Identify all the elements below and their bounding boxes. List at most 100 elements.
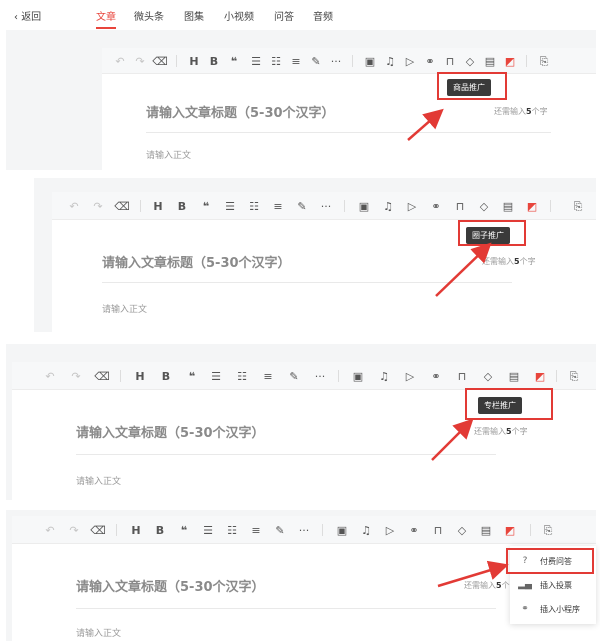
- more-button[interactable]: ···: [298, 524, 310, 536]
- link-icon[interactable]: ⚭: [424, 55, 436, 67]
- body-input[interactable]: 请输入正文: [146, 148, 191, 161]
- music-icon[interactable]: ♫: [382, 200, 394, 212]
- circle-promo-icon[interactable]: ◇: [478, 200, 490, 212]
- eraser-icon[interactable]: ⌫: [90, 524, 106, 536]
- video-icon[interactable]: ▷: [404, 370, 416, 382]
- paid-qa-icon[interactable]: ◩: [504, 524, 516, 536]
- product-promo-icon[interactable]: ⊓: [444, 55, 456, 67]
- video-icon[interactable]: ▷: [406, 200, 418, 212]
- circle-promo-icon[interactable]: ◇: [482, 370, 494, 382]
- music-icon[interactable]: ♫: [360, 524, 372, 536]
- music-icon[interactable]: ♫: [384, 55, 396, 67]
- undo-icon[interactable]: ↶: [68, 200, 80, 212]
- highlight-pen-icon[interactable]: ✎: [296, 200, 308, 212]
- document-icon[interactable]: ⎘: [572, 200, 584, 212]
- paid-qa-icon[interactable]: ◩: [504, 55, 516, 67]
- link-icon[interactable]: ⚭: [430, 370, 442, 382]
- circle-promo-icon[interactable]: ◇: [456, 524, 468, 536]
- tab-gallery[interactable]: 图集: [184, 8, 204, 23]
- column-promo-icon[interactable]: ▤: [484, 55, 496, 67]
- heading-button[interactable]: H: [130, 524, 142, 536]
- ordered-list-icon[interactable]: ☷: [248, 200, 260, 212]
- redo-icon[interactable]: ↷: [92, 200, 104, 212]
- eraser-icon[interactable]: ⌫: [152, 55, 168, 67]
- title-input[interactable]: 请输入文章标题（5-30个汉字）: [102, 252, 291, 271]
- redo-icon[interactable]: ↷: [70, 370, 82, 382]
- align-icon[interactable]: ≡: [290, 55, 302, 67]
- menu-item-insert-vote[interactable]: ▂▄ 插入投票: [510, 574, 596, 596]
- more-button[interactable]: ···: [320, 200, 332, 212]
- link-icon[interactable]: ⚭: [408, 524, 420, 536]
- quote-button[interactable]: ❝: [200, 200, 212, 212]
- back-link[interactable]: ‹ 返回: [14, 8, 41, 23]
- heading-button[interactable]: H: [134, 370, 146, 382]
- product-promo-icon[interactable]: ⊓: [456, 370, 468, 382]
- align-icon[interactable]: ≡: [262, 370, 274, 382]
- product-promo-icon[interactable]: ⊓: [454, 200, 466, 212]
- more-button[interactable]: ···: [330, 55, 342, 67]
- paid-qa-icon[interactable]: ◩: [534, 370, 546, 382]
- column-promo-icon[interactable]: ▤: [480, 524, 492, 536]
- unordered-list-icon[interactable]: ☰: [250, 55, 262, 67]
- bold-button[interactable]: B: [208, 55, 220, 67]
- bold-button[interactable]: B: [176, 200, 188, 212]
- quote-button[interactable]: ❝: [186, 370, 198, 382]
- undo-icon[interactable]: ↶: [114, 55, 126, 67]
- body-input[interactable]: 请输入正文: [76, 474, 121, 487]
- column-promo-icon[interactable]: ▤: [508, 370, 520, 382]
- unordered-list-icon[interactable]: ☰: [210, 370, 222, 382]
- toolbar-divider: [140, 200, 141, 212]
- unordered-list-icon[interactable]: ☰: [202, 524, 214, 536]
- heading-button[interactable]: H: [152, 200, 164, 212]
- image-icon[interactable]: ▣: [336, 524, 348, 536]
- menu-item-insert-mini-program[interactable]: ⚭ 插入小程序: [510, 598, 596, 620]
- link-icon[interactable]: ⚭: [430, 200, 442, 212]
- title-input[interactable]: 请输入文章标题（5-30个汉字）: [146, 102, 335, 121]
- tab-article[interactable]: 文章: [96, 8, 116, 29]
- highlight-pen-icon[interactable]: ✎: [288, 370, 300, 382]
- circle-promo-icon[interactable]: ◇: [464, 55, 476, 67]
- product-promo-icon[interactable]: ⊓: [432, 524, 444, 536]
- video-icon[interactable]: ▷: [384, 524, 396, 536]
- quote-button[interactable]: ❝: [178, 524, 190, 536]
- highlight-pen-icon[interactable]: ✎: [274, 524, 286, 536]
- image-icon[interactable]: ▣: [364, 55, 376, 67]
- eraser-icon[interactable]: ⌫: [114, 200, 130, 212]
- image-icon[interactable]: ▣: [358, 200, 370, 212]
- more-button[interactable]: ···: [314, 370, 326, 382]
- heading-button[interactable]: H: [188, 55, 200, 67]
- tab-short-video[interactable]: 小视频: [224, 8, 254, 23]
- bold-button[interactable]: B: [154, 524, 166, 536]
- title-input[interactable]: 请输入文章标题（5-30个汉字）: [76, 576, 265, 595]
- document-icon[interactable]: ⎘: [542, 524, 554, 536]
- paid-qa-icon[interactable]: ◩: [526, 200, 538, 212]
- column-promo-icon[interactable]: ▤: [502, 200, 514, 212]
- align-icon[interactable]: ≡: [272, 200, 284, 212]
- document-icon[interactable]: ⎘: [568, 370, 580, 382]
- body-input[interactable]: 请输入正文: [102, 302, 147, 315]
- toolbar-2: ↶ ↷ ⌫ H B ❝ ☰ ☷ ≡ ✎ ··· ▣ ♫ ▷ ⚭ ⊓ ◇ ▤ ◩ …: [52, 192, 596, 220]
- eraser-icon[interactable]: ⌫: [94, 370, 110, 382]
- undo-icon[interactable]: ↶: [44, 370, 56, 382]
- body-input[interactable]: 请输入正文: [76, 626, 121, 639]
- tab-qa[interactable]: 问答: [274, 8, 294, 23]
- redo-icon[interactable]: ↷: [68, 524, 80, 536]
- redo-icon[interactable]: ↷: [134, 55, 146, 67]
- title-input[interactable]: 请输入文章标题（5-30个汉字）: [76, 422, 265, 441]
- tab-weitoutiao[interactable]: 微头条: [134, 8, 164, 23]
- ordered-list-icon[interactable]: ☷: [270, 55, 282, 67]
- image-icon[interactable]: ▣: [352, 370, 364, 382]
- music-icon[interactable]: ♫: [378, 370, 390, 382]
- unordered-list-icon[interactable]: ☰: [224, 200, 236, 212]
- ordered-list-icon[interactable]: ☷: [236, 370, 248, 382]
- video-icon[interactable]: ▷: [404, 55, 416, 67]
- document-icon[interactable]: ⎘: [538, 55, 550, 67]
- bold-button[interactable]: B: [160, 370, 172, 382]
- menu-item-label: 插入小程序: [540, 604, 580, 614]
- undo-icon[interactable]: ↶: [44, 524, 56, 536]
- ordered-list-icon[interactable]: ☷: [226, 524, 238, 536]
- align-icon[interactable]: ≡: [250, 524, 262, 536]
- tab-audio[interactable]: 音频: [313, 8, 333, 23]
- quote-button[interactable]: ❝: [228, 55, 240, 67]
- highlight-pen-icon[interactable]: ✎: [310, 55, 322, 67]
